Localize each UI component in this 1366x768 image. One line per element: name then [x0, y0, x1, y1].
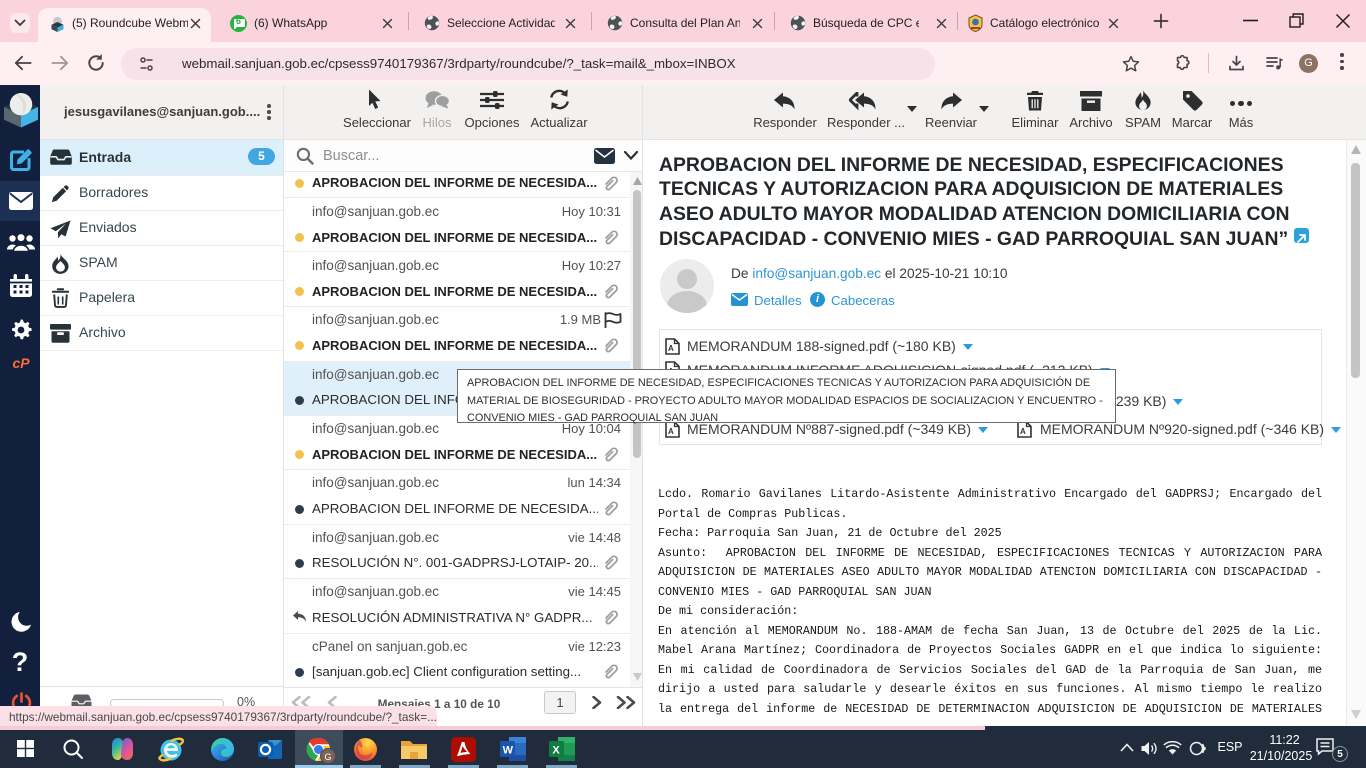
svg-text:X: X [552, 745, 560, 757]
svg-text:A: A [668, 344, 674, 353]
svg-text:A: A [1020, 427, 1026, 436]
svg-text:W: W [503, 745, 514, 757]
svg-text:A: A [668, 427, 674, 436]
